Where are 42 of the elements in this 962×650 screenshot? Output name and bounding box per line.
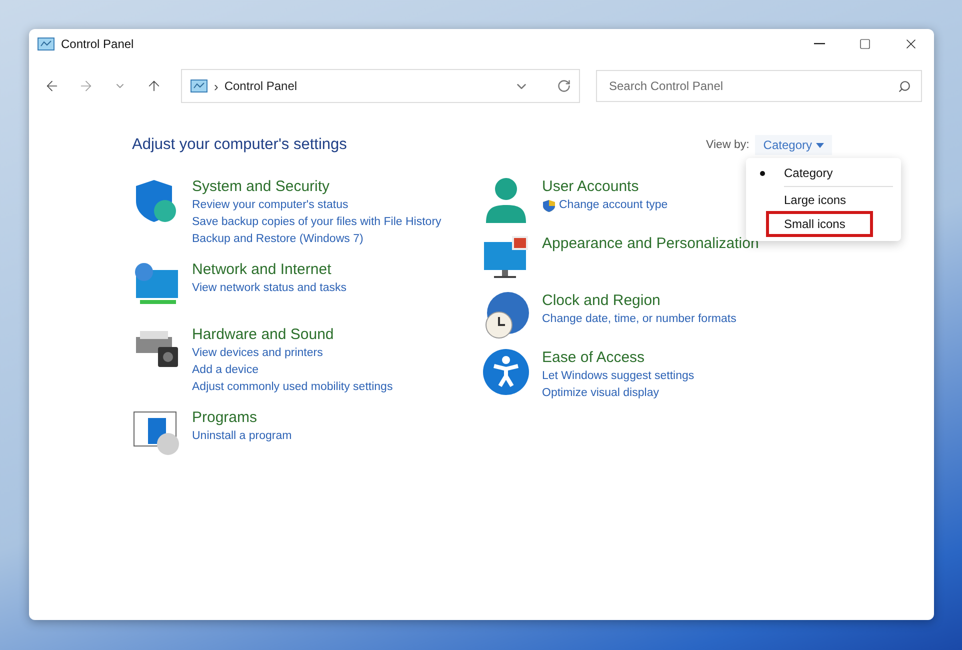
breadcrumb-separator: › [214, 78, 218, 94]
maximize-icon [859, 38, 871, 50]
control-panel-icon [37, 37, 55, 51]
up-arrow-icon [146, 78, 162, 94]
view-by-label: View by: [706, 139, 750, 151]
task-link[interactable]: Backup and Restore (Windows 7) [192, 231, 364, 248]
caret-icon [816, 142, 824, 148]
task-link[interactable]: View devices and printers [192, 345, 323, 362]
search-icon[interactable] [898, 80, 911, 92]
task-link[interactable]: Save backup copies of your files with File History [192, 214, 442, 231]
task-link[interactable]: Optimize visual display [542, 385, 659, 402]
task-link[interactable]: Review your computer's status [192, 197, 348, 214]
menu-item[interactable]: Large icons [746, 189, 901, 211]
search-field[interactable]: Search Control Panel [596, 70, 922, 102]
control-panel-icon [190, 79, 208, 93]
task-link[interactable]: View network status and tasks [192, 280, 346, 297]
page-heading: Adjust your computer's settings [132, 136, 348, 154]
menu-item[interactable]: Category [746, 162, 901, 184]
forward-arrow-icon [78, 78, 94, 94]
task-link[interactable]: Add a device [192, 362, 258, 379]
task-link[interactable]: Adjust commonly used mobility settings [192, 379, 393, 396]
search-input[interactable]: Search Control Panel [607, 78, 898, 94]
task-link[interactable]: Let Windows suggest settings [542, 368, 694, 385]
accessibility-icon [482, 348, 530, 396]
refresh-icon[interactable] [557, 79, 571, 93]
view-by-dropdown[interactable]: Category [755, 135, 832, 155]
task-link[interactable]: Uninstall a program [192, 428, 292, 445]
category-link[interactable]: Ease of Access [542, 348, 694, 368]
task-link[interactable]: Change account type [559, 197, 668, 214]
category-link[interactable]: Appearance and Personalization [542, 234, 759, 254]
minimize-icon [814, 43, 824, 45]
address-path: Control Panel [224, 79, 298, 93]
category-link[interactable]: Network and Internet [192, 260, 346, 280]
category-link[interactable]: Hardware and Sound [192, 325, 393, 345]
task-link[interactable]: Change date, time, or number formats [542, 311, 736, 328]
category-link[interactable]: Programs [192, 408, 292, 428]
menu-item[interactable]: Small icons [768, 213, 871, 235]
address-bar[interactable]: › Control Panel [181, 69, 580, 103]
category-link[interactable]: System and Security [192, 177, 442, 197]
window-title: Control Panel [61, 37, 135, 51]
category-link[interactable]: Clock and Region [542, 291, 736, 311]
category-link[interactable]: User Accounts [542, 177, 668, 197]
